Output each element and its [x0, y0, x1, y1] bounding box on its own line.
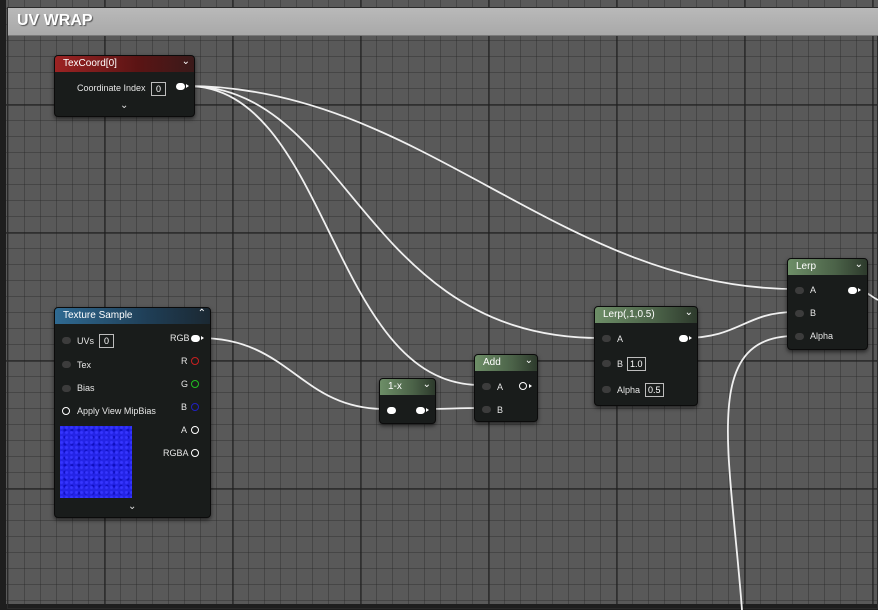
- wire-texcoord-to-lerp1-a: [186, 85, 601, 339]
- texcoord-output-pin[interactable]: [176, 83, 185, 90]
- chevron-down-icon[interactable]: ⌄: [855, 259, 863, 270]
- g-output-label: G: [181, 379, 189, 389]
- lerp1-output-pin[interactable]: [679, 335, 688, 342]
- output-arrow-icon: [201, 336, 204, 340]
- lerp2-output-pin[interactable]: [848, 287, 857, 294]
- lerp1-alpha-field[interactable]: 0.5: [645, 383, 664, 397]
- output-arrow-icon: [186, 84, 189, 88]
- a-output-label: A: [181, 425, 188, 435]
- coordinate-index-field[interactable]: 0: [151, 82, 166, 96]
- lerp2-b-input-pin[interactable]: [795, 310, 804, 317]
- bias-input-pin[interactable]: [62, 385, 71, 392]
- texcoord-node-title: TexCoord[0]: [63, 58, 117, 69]
- lerp2-alpha-label: Alpha: [810, 331, 834, 341]
- one-minus-input-pin[interactable]: [387, 407, 396, 414]
- texcoord-node-header[interactable]: TexCoord[0] ⌄: [55, 56, 194, 72]
- mipbias-label: Apply View MipBias: [77, 406, 156, 416]
- output-arrow-icon: [426, 408, 429, 412]
- lerp1-b-field[interactable]: 1.0: [627, 357, 646, 371]
- add-a-label: A: [497, 382, 504, 392]
- one-minus-node-title: 1-x: [388, 381, 402, 392]
- wire-lerp1-to-lerp2-b: [683, 311, 796, 339]
- lerp1-a-label: A: [617, 334, 624, 344]
- lerp-node-2[interactable]: Lerp ⌄ A B Alpha: [787, 258, 868, 350]
- rgb-output-pin[interactable]: [191, 335, 200, 342]
- g-output-pin[interactable]: [191, 380, 199, 388]
- lerp1-b-input-pin[interactable]: [602, 360, 611, 367]
- lerp1-alpha-label: Alpha: [617, 385, 641, 395]
- add-node-header[interactable]: Add ⌄: [475, 355, 537, 371]
- bias-input-label: Bias: [77, 383, 95, 393]
- add-b-label: B: [497, 405, 504, 415]
- lerp2-a-input-pin[interactable]: [795, 287, 804, 294]
- chevron-down-icon[interactable]: ⌄: [685, 307, 693, 318]
- wire-lerp2-alpha-input: [726, 335, 796, 610]
- coordinate-index-label: Coordinate Index: [77, 83, 146, 93]
- texture-preview-image: [60, 426, 132, 498]
- lerp-node-1-header[interactable]: Lerp(,1,0.5) ⌄: [595, 307, 697, 323]
- rgb-output-label: RGB: [170, 333, 190, 343]
- add-node-title: Add: [483, 357, 501, 368]
- lerp1-b-label: B: [617, 359, 624, 369]
- output-arrow-icon: [858, 288, 861, 292]
- chevron-up-icon[interactable]: ⌃: [198, 308, 206, 319]
- lerp1-a-input-pin[interactable]: [602, 335, 611, 342]
- add-a-input-pin[interactable]: [482, 383, 491, 390]
- r-output-label: R: [181, 356, 188, 366]
- wire-rgb-to-oneminus: [199, 337, 386, 410]
- lerp-node-1[interactable]: Lerp(,1,0.5) ⌄ A B 1.0 Alpha 0.5: [594, 306, 698, 406]
- uvs-input-field[interactable]: 0: [99, 334, 114, 348]
- mipbias-checkbox[interactable]: [62, 407, 70, 415]
- texture-sample-node-header[interactable]: Texture Sample ⌃: [55, 308, 210, 324]
- b-output-pin[interactable]: [191, 403, 199, 411]
- lerp2-alpha-input-pin[interactable]: [795, 333, 804, 340]
- chevron-down-icon[interactable]: ⌄: [182, 56, 190, 67]
- tex-input-label: Tex: [77, 360, 92, 370]
- rgba-output-pin[interactable]: [191, 449, 199, 457]
- lerp2-a-label: A: [810, 285, 817, 295]
- wire-texcoord-to-lerp2-a: [186, 85, 796, 290]
- one-minus-output-pin[interactable]: [416, 407, 425, 414]
- lerp-node-2-title: Lerp: [796, 261, 817, 272]
- texcoord-node[interactable]: TexCoord[0] ⌄ Coordinate Index 0 ⌄: [54, 55, 195, 117]
- chevron-down-icon[interactable]: ⌄: [423, 379, 431, 390]
- tex-input-pin[interactable]: [62, 361, 71, 368]
- chevron-down-icon[interactable]: ⌄: [525, 355, 533, 366]
- uvs-input-label: UVs: [77, 336, 95, 346]
- lerp2-b-label: B: [810, 308, 817, 318]
- lerp-node-1-title: Lerp(,1,0.5): [603, 309, 655, 320]
- one-minus-node[interactable]: 1-x ⌄: [379, 378, 436, 424]
- r-output-pin[interactable]: [191, 357, 199, 365]
- output-arrow-icon: [689, 336, 692, 340]
- add-b-input-pin[interactable]: [482, 406, 491, 413]
- expand-chevron-icon[interactable]: ⌄: [120, 100, 128, 111]
- output-arrow-icon: [529, 384, 532, 388]
- one-minus-node-header[interactable]: 1-x ⌄: [380, 379, 435, 395]
- expand-chevron-icon[interactable]: ⌄: [128, 501, 136, 512]
- wire-texcoord-to-add-a: [186, 85, 481, 386]
- a-output-pin[interactable]: [191, 426, 199, 434]
- texture-sample-node-title: Texture Sample: [63, 310, 133, 321]
- texture-sample-node[interactable]: Texture Sample ⌃ UVs 0 Tex Bias Apply Vi…: [54, 307, 211, 518]
- add-output-pin[interactable]: [519, 382, 527, 390]
- uvs-input-pin[interactable]: [62, 337, 71, 344]
- add-node[interactable]: Add ⌄ A B: [474, 354, 538, 422]
- b-output-label: B: [181, 402, 188, 412]
- rgba-output-label: RGBA: [163, 448, 189, 458]
- lerp1-alpha-input-pin[interactable]: [602, 386, 611, 393]
- lerp-node-2-header[interactable]: Lerp ⌄: [788, 259, 867, 275]
